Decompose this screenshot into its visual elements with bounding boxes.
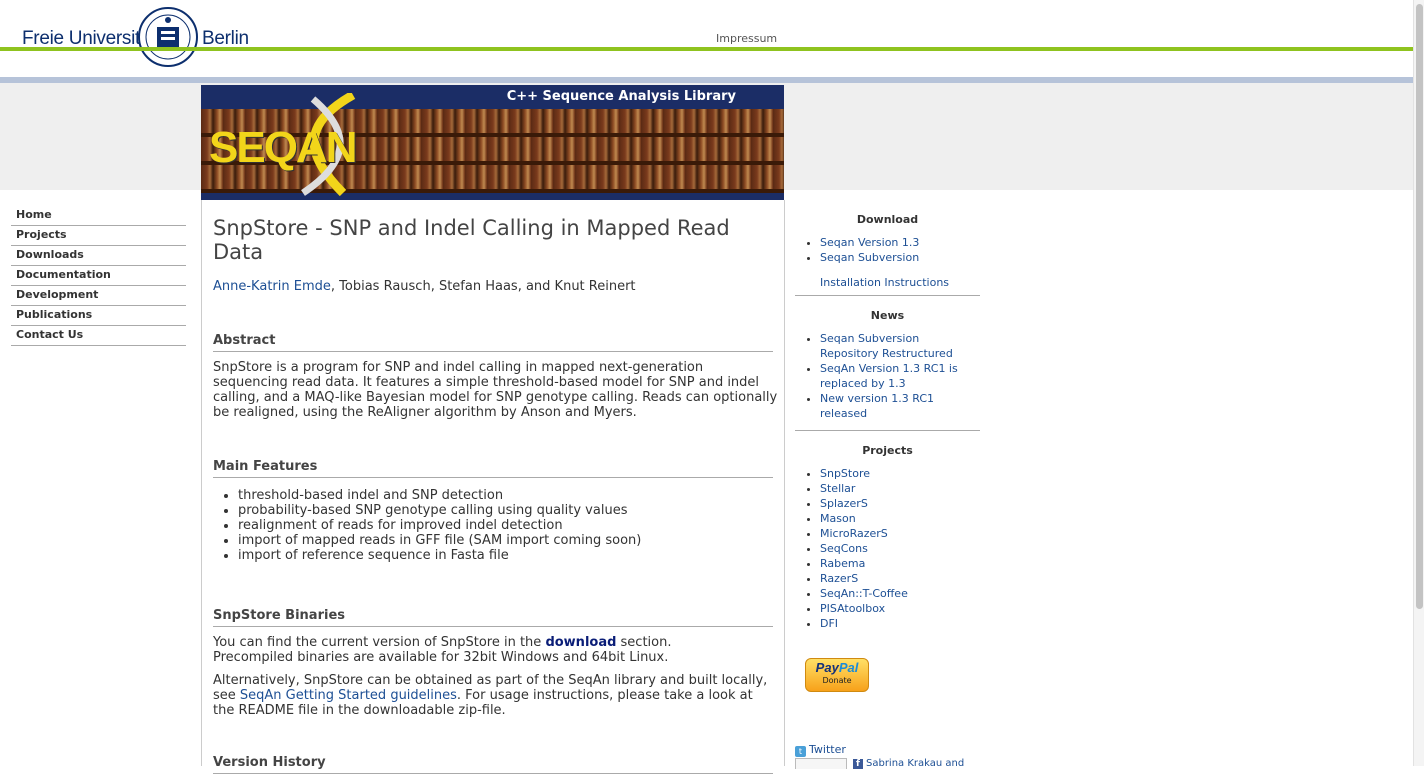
header-green-line <box>0 47 1424 51</box>
right-sidebar: Download Seqan Version 1.3 Seqan Subvers… <box>795 200 980 631</box>
twitter-icon: t <box>795 746 806 757</box>
nav-item-development[interactable]: Development <box>11 287 186 306</box>
seqan-logo[interactable]: SEQAN <box>209 123 357 173</box>
page-title: SnpStore - SNP and Indel Calling in Mapp… <box>213 216 730 264</box>
author-link[interactable]: Anne-Katrin Emde <box>213 279 331 294</box>
project-link-microrazers[interactable]: MicroRazerS <box>820 527 888 540</box>
left-nav: Home Projects Downloads Documentation De… <box>11 207 186 347</box>
project-link-dfi[interactable]: DFI <box>820 617 838 630</box>
paypal-logo: PayPal <box>815 660 859 675</box>
nav-item-documentation[interactable]: Documentation <box>11 267 186 286</box>
page-scrollbar[interactable] <box>1413 0 1424 766</box>
project-link-snpstore[interactable]: SnpStore <box>820 467 870 480</box>
news-item-link[interactable]: New version 1.3 RC1 released <box>820 392 934 420</box>
download-seqan-subversion-link[interactable]: Seqan Subversion <box>820 251 919 264</box>
download-list: Seqan Version 1.3 Seqan Subversion <box>795 235 980 265</box>
fu-seal-icon[interactable] <box>138 5 198 69</box>
banner-title: C++ Sequence Analysis Library <box>506 89 736 104</box>
abstract-heading: Abstract <box>213 333 773 352</box>
scrollbar-thumb[interactable] <box>1416 4 1423 609</box>
project-link-splazers[interactable]: SplazerS <box>820 497 868 510</box>
feature-item: probability-based SNP genotype calling u… <box>238 503 641 518</box>
site-header: Freie Universität Berlin Impressum <box>0 0 1424 83</box>
installation-instructions-link[interactable]: Installation Instructions <box>820 276 949 289</box>
project-link-rabema[interactable]: Rabema <box>820 557 865 570</box>
binaries-paragraph-1: You can find the current version of SnpS… <box>213 635 672 665</box>
news-heading: News <box>870 309 905 322</box>
nav-item-home[interactable]: Home <box>11 207 186 226</box>
facebook-friends-text[interactable]: Sabrina Krakau and <box>866 758 964 769</box>
abstract-text: SnpStore is a program for SNP and indel … <box>213 360 778 420</box>
download-link[interactable]: download <box>545 635 616 650</box>
project-link-t-coffee[interactable]: SeqAn::T-Coffee <box>820 587 908 600</box>
nav-item-downloads[interactable]: Downloads <box>11 247 186 266</box>
nav-item-publications[interactable]: Publications <box>11 307 186 326</box>
download-heading: Download <box>856 213 919 226</box>
twitter-link[interactable]: t Twitter <box>795 743 846 757</box>
feature-item: import of reference sequence in Fasta fi… <box>238 548 641 563</box>
sidebar-divider <box>795 295 980 296</box>
authors-rest: , Tobias Rausch, Stefan Haas, and Knut R… <box>330 279 636 294</box>
getting-started-link[interactable]: SeqAn Getting Started guidelines <box>240 688 457 703</box>
feature-item: import of mapped reads in GFF file (SAM … <box>238 533 641 548</box>
facebook-widget: f Sabrina Krakau and <box>795 758 964 769</box>
feature-item: realignment of reads for improved indel … <box>238 518 641 533</box>
project-link-razers[interactable]: RazerS <box>820 572 858 585</box>
binaries-heading: SnpStore Binaries <box>213 608 773 627</box>
impressum-link[interactable]: Impressum <box>716 32 777 45</box>
nav-item-contact-us[interactable]: Contact Us <box>11 327 186 346</box>
sidebar-divider <box>795 430 980 431</box>
projects-list: SnpStore Stellar SplazerS Mason MicroRaz… <box>795 466 980 631</box>
version-history-heading: Version History <box>213 755 773 774</box>
facebook-like-button[interactable] <box>795 758 847 769</box>
paypal-donate-button[interactable]: PayPal Donate <box>805 658 869 692</box>
project-link-stellar[interactable]: Stellar <box>820 482 855 495</box>
facebook-icon: f <box>853 759 863 769</box>
seqan-banner: C++ Sequence Analysis Library SEQAN <box>201 85 784 200</box>
features-list: threshold-based indel and SNP detection … <box>226 488 641 563</box>
project-link-seqcons[interactable]: SeqCons <box>820 542 868 555</box>
binaries-paragraph-2: Alternatively, SnpStore can be obtained … <box>213 673 768 718</box>
authors-line: Anne-Katrin Emde, Tobias Rausch, Stefan … <box>213 279 636 294</box>
project-link-mason[interactable]: Mason <box>820 512 856 525</box>
features-heading: Main Features <box>213 459 773 478</box>
projects-heading: Projects <box>862 444 913 457</box>
donate-label: Donate <box>822 676 852 685</box>
main-content: SnpStore - SNP and Indel Calling in Mapp… <box>201 200 785 774</box>
nav-item-projects[interactable]: Projects <box>11 227 186 246</box>
project-link-pisatoolbox[interactable]: PISAtoolbox <box>820 602 885 615</box>
feature-item: threshold-based indel and SNP detection <box>238 488 641 503</box>
news-item-link[interactable]: SeqAn Version 1.3 RC1 is replaced by 1.3 <box>820 362 958 390</box>
download-seqan-1-3-link[interactable]: Seqan Version 1.3 <box>820 236 919 249</box>
news-list: Seqan Subversion Repository Restructured… <box>795 331 980 421</box>
news-item-link[interactable]: Seqan Subversion Repository Restructured <box>820 332 953 360</box>
